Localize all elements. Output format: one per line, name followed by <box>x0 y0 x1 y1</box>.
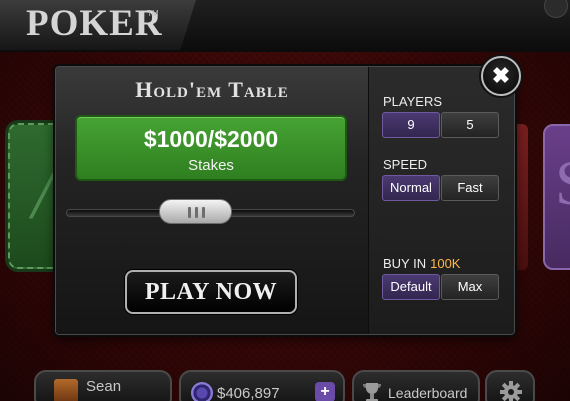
stakes-slider-handle[interactable] <box>159 199 232 224</box>
user-name: Sean <box>86 378 122 395</box>
slider-grip <box>195 207 198 218</box>
leaderboard-label: Leaderboard <box>388 385 468 401</box>
leaderboard-button[interactable]: Leaderboard <box>352 370 480 401</box>
buyin-option-max[interactable]: Max <box>441 274 499 300</box>
dialog-main-panel: Hold'em Table $1000/$2000 Stakes PLAY NO… <box>56 67 368 334</box>
buyin-label-text: BUY IN <box>383 256 427 271</box>
chips-value: $406,897 <box>217 385 280 401</box>
user-profile-button[interactable]: Sean <box>34 370 172 401</box>
game-card-right[interactable]: S <box>543 124 570 270</box>
chip-icon <box>191 382 213 401</box>
players-option-5[interactable]: 5 <box>441 112 499 138</box>
speed-option-fast[interactable]: Fast <box>441 175 499 201</box>
players-option-9[interactable]: 9 <box>382 112 440 138</box>
speed-option-normal[interactable]: Normal <box>382 175 440 201</box>
trophy-icon <box>363 383 381 401</box>
stakes-label: Stakes <box>188 157 234 174</box>
stakes-display: $1000/$2000 Stakes <box>75 115 347 181</box>
holdem-table-dialog: Hold'em Table $1000/$2000 Stakes PLAY NO… <box>55 66 515 335</box>
players-label: PLAYERS <box>383 94 443 109</box>
dialog-options-panel: PLAYERS 9 5 SPEED Normal Fast BUY IN 100K… <box>368 67 514 334</box>
card-art: S <box>555 146 570 220</box>
add-chips-button[interactable]: + <box>315 382 335 401</box>
settings-button[interactable] <box>485 370 535 401</box>
speed-label: SPEED <box>383 157 428 172</box>
card-art: / <box>32 154 53 234</box>
slider-grip <box>188 207 191 218</box>
dialog-title: Hold'em Table <box>135 77 289 102</box>
play-now-button[interactable]: PLAY NOW <box>125 270 297 314</box>
close-icon[interactable]: ✖ <box>481 56 521 96</box>
buyin-label: BUY IN 100K <box>383 256 460 271</box>
logo: POKER <box>26 3 163 44</box>
slider-grip <box>202 207 205 218</box>
buyin-amount: 100K <box>430 256 461 271</box>
logo-trademark: TM <box>147 9 159 18</box>
avatar <box>54 379 78 401</box>
buyin-option-default[interactable]: Default <box>382 274 440 300</box>
stakes-value: $1000/$2000 <box>143 126 279 152</box>
chips-balance[interactable]: $406,897 + <box>179 370 345 401</box>
gear-icon <box>500 381 522 401</box>
